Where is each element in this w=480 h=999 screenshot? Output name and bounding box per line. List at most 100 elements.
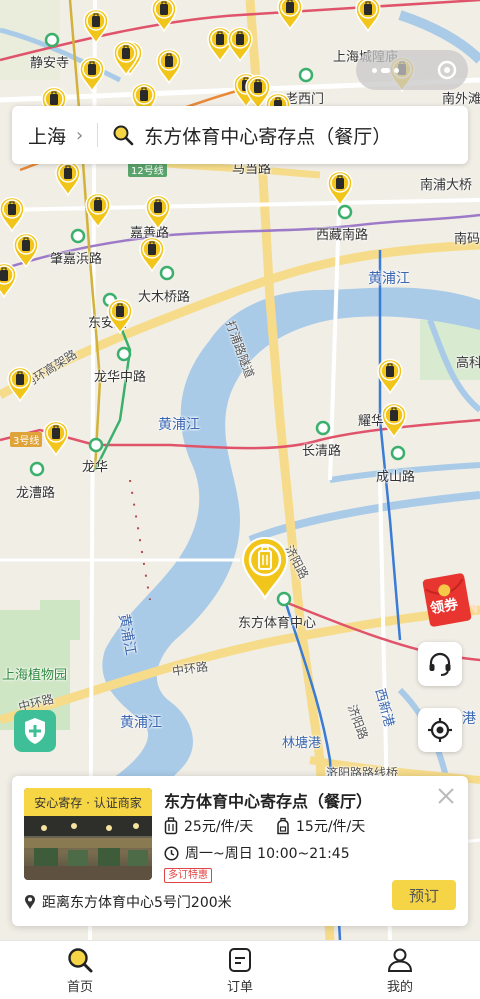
nav-label-profile: 我的 [386, 979, 413, 995]
opening-hours-text: 周一~周日 10:00~21:45 [185, 846, 350, 862]
map-label-longcao-road: 龙漕路 [16, 486, 56, 501]
opening-hours: 周一~周日 10:00~21:45 [164, 843, 350, 863]
map-label-nanwaitan: 南外滩 [442, 92, 480, 107]
luggage-pin-icon [107, 298, 133, 334]
price-small-luggage: 25元/件/天 [164, 816, 253, 836]
storage-pin[interactable] [276, 0, 304, 30]
map-label-nanpu-bridge: 南浦大桥 [420, 178, 473, 193]
storage-pin[interactable] [106, 298, 134, 334]
storage-pin[interactable] [112, 40, 140, 76]
search-bar[interactable]: 上海 › 东方体育中心寄存点（餐厅） [12, 106, 468, 164]
selected-pin-icon [241, 536, 289, 601]
map-label-zhaojiabang-road: 肇嘉浜路 [50, 252, 103, 267]
storage-title: 东方体育中心寄存点（餐厅） [164, 792, 373, 811]
luggage-pin-icon [43, 420, 69, 456]
luggage-pin-icon [85, 192, 111, 228]
luggage-pin-icon [83, 8, 109, 44]
orders-icon [229, 947, 251, 972]
nav-item-profile[interactable]: 我的 [320, 941, 480, 999]
storage-pin[interactable] [42, 420, 70, 456]
storage-pin[interactable] [354, 0, 382, 32]
storage-pin[interactable] [82, 8, 110, 44]
more-dots-icon[interactable] [372, 67, 399, 73]
luggage-pin-icon [7, 366, 33, 402]
storage-pin[interactable] [144, 194, 172, 230]
distance-text: 距离东方体育中心5号门200米 [42, 895, 232, 911]
price-large-luggage: 15元/件/天 [276, 816, 365, 836]
storage-pin[interactable] [78, 56, 106, 92]
luggage-pin-icon [355, 0, 381, 32]
storage-pin[interactable] [54, 160, 82, 196]
price-large-text: 15元/件/天 [296, 819, 366, 835]
map-label-line3: 3号线 [10, 432, 43, 447]
luggage-pin-icon [156, 48, 182, 84]
small-luggage-icon [164, 817, 178, 835]
storage-photo[interactable]: 安心寄存 · 认证商家 [24, 788, 152, 880]
headset-icon [429, 652, 451, 676]
customer-service-button[interactable] [418, 642, 462, 686]
close-icon[interactable] [436, 786, 456, 806]
restaurant-photo-art [24, 816, 152, 880]
map-label-damuqiao-road: 大木桥路 [138, 290, 191, 305]
map-label-gaoke: 高科 [456, 356, 480, 371]
luggage-pin-icon [377, 358, 403, 394]
storage-detail-card[interactable]: 安心寄存 · 认证商家 东方体育中心寄存点（餐厅） 25元/件/天 15元/件/… [12, 776, 468, 926]
luggage-pin-icon [55, 160, 81, 196]
luggage-pin-icon [327, 170, 353, 206]
map-label-linpu-port: 林塘港 [282, 736, 322, 751]
luggage-pin-icon [79, 56, 105, 92]
search-input[interactable]: 东方体育中心寄存点（餐厅） [144, 122, 391, 149]
selected-location-pin[interactable] [240, 536, 290, 601]
nav-label-orders: 订单 [226, 979, 253, 995]
map-label-port: 港 [462, 711, 476, 727]
city-selector[interactable]: 上海 [28, 122, 66, 149]
search-divider [97, 123, 99, 147]
luggage-pin-icon [151, 0, 177, 32]
recenter-icon[interactable] [436, 59, 458, 81]
search-home-icon [68, 947, 93, 972]
distance-info: 距离东方体育中心5号门200米 [24, 892, 232, 912]
storage-pin[interactable] [150, 0, 178, 32]
map-label-xizang-south-road: 西藏南路 [316, 228, 369, 243]
storage-pin[interactable] [0, 262, 18, 298]
storage-pin[interactable] [155, 48, 183, 84]
map-mode-pill[interactable] [356, 50, 468, 90]
safety-shield-button[interactable] [14, 710, 56, 752]
price-small-text: 25元/件/天 [184, 819, 254, 835]
chevron-right-icon: › [76, 124, 84, 146]
book-button[interactable]: 预订 [392, 880, 456, 910]
luggage-pin-icon [113, 40, 139, 76]
luggage-pin-icon [0, 196, 25, 232]
storage-pin[interactable] [380, 402, 408, 438]
search-icon [113, 125, 134, 146]
storage-pin[interactable] [84, 192, 112, 228]
map-label-huangpu-river-2: 黄浦江 [158, 417, 200, 433]
storage-pin[interactable] [0, 196, 26, 232]
map-label-botanical: 上海植物园 [2, 668, 68, 683]
map-label-jingan-temple: 静安寺 [30, 56, 70, 71]
storage-pin[interactable] [226, 26, 254, 62]
map-label-oriental-sports: 东方体育中心 [238, 616, 317, 631]
luggage-pin-icon [145, 194, 171, 230]
luggage-pin-icon [277, 0, 303, 30]
locate-me-button[interactable] [418, 708, 462, 752]
luggage-pin-icon [139, 236, 165, 272]
storage-pin[interactable] [138, 236, 166, 272]
map-label-changqing-road: 长清路 [302, 444, 342, 459]
nav-item-orders[interactable]: 订单 [160, 941, 320, 999]
luggage-pin-icon [381, 402, 407, 438]
storage-pin[interactable] [6, 366, 34, 402]
storage-pin[interactable] [376, 358, 404, 394]
map-label-huangpu-river-4: 黄浦江 [120, 715, 162, 731]
map-label-huangpu-river-1: 黄浦江 [368, 271, 410, 287]
clock-icon [164, 845, 179, 861]
luggage-pin-icon [0, 262, 17, 298]
map-label-chengshan-road: 成山路 [376, 470, 416, 485]
map-label-longhua-middle: 龙华中路 [94, 370, 147, 385]
crosshair-icon [428, 718, 452, 742]
nav-item-home[interactable]: 首页 [0, 941, 160, 999]
storage-pin[interactable] [326, 170, 354, 206]
map-label-nanma: 南码 [454, 232, 480, 247]
backpack-icon [277, 817, 289, 835]
coupon-button[interactable]: 领券 [420, 566, 480, 628]
